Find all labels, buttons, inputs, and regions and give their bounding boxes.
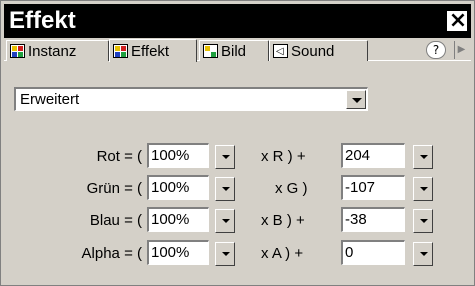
offset-dropdown-button[interactable] <box>413 242 433 266</box>
percent-input[interactable]: 100% <box>147 143 209 168</box>
title-bar[interactable]: Effekt × <box>4 4 471 38</box>
tab-effekt[interactable]: Effekt <box>109 39 197 62</box>
close-button[interactable]: × <box>447 8 468 33</box>
row-label: Blau = ( <box>89 212 142 229</box>
color-row-red: Rot = ( 100% x R ) + 204 <box>1 143 475 171</box>
tab-label: Instanz <box>28 42 77 60</box>
instance-icon <box>9 43 26 59</box>
tab-sound[interactable]: ◁ Sound <box>269 40 368 61</box>
offset-input[interactable]: 204 <box>341 143 405 168</box>
tab-scroll-right-icon[interactable]: ▶ <box>454 41 468 59</box>
color-row-alpha: Alpha = ( 100% x A ) + 0 <box>1 240 475 268</box>
tab-instanz[interactable]: Instanz <box>6 40 109 61</box>
help-button[interactable]: ? <box>426 41 446 59</box>
offset-dropdown-button[interactable] <box>413 209 433 233</box>
percent-dropdown-button[interactable] <box>215 242 235 266</box>
effect-panel: Effekt × Instanz Effekt Bild ◁ Sound ? ▶… <box>0 0 475 286</box>
channel-label: x A ) + <box>261 245 304 262</box>
offset-input[interactable]: -107 <box>341 175 405 200</box>
sound-icon: ◁ <box>272 43 289 59</box>
tab-label: Sound <box>291 42 335 60</box>
close-icon: × <box>448 8 468 33</box>
row-label: Grün = ( <box>86 180 142 197</box>
panel-title: Effekt <box>9 7 76 34</box>
percent-dropdown-button[interactable] <box>215 209 235 233</box>
offset-dropdown-button[interactable] <box>413 145 433 169</box>
channel-label: x R ) + <box>261 148 306 165</box>
percent-input[interactable]: 100% <box>147 207 209 232</box>
row-label: Rot = ( <box>96 148 142 165</box>
tab-label: Effekt <box>131 42 170 60</box>
offset-dropdown-button[interactable] <box>413 177 433 201</box>
offset-input[interactable]: 0 <box>341 240 405 265</box>
channel-label: x B ) + <box>261 212 305 229</box>
effect-icon <box>112 43 129 59</box>
percent-dropdown-button[interactable] <box>215 177 235 201</box>
frame-icon <box>202 43 219 59</box>
tab-label: Bild <box>221 42 247 60</box>
offset-input[interactable]: -38 <box>341 207 405 232</box>
color-row-green: Grün = ( 100% x G ) -107 <box>1 175 475 203</box>
tab-bild[interactable]: Bild <box>199 40 269 61</box>
color-row-blue: Blau = ( 100% x B ) + -38 <box>1 207 475 235</box>
percent-input[interactable]: 100% <box>147 175 209 200</box>
color-mode-value: Erweitert <box>20 91 80 108</box>
channel-label: x G ) <box>275 180 308 197</box>
percent-input[interactable]: 100% <box>147 240 209 265</box>
row-label: Alpha = ( <box>81 245 142 262</box>
color-mode-select[interactable]: Erweitert <box>14 87 368 111</box>
chevron-down-icon[interactable] <box>346 90 366 109</box>
percent-dropdown-button[interactable] <box>215 145 235 169</box>
tab-strip: Instanz Effekt Bild ◁ Sound <box>4 39 471 62</box>
